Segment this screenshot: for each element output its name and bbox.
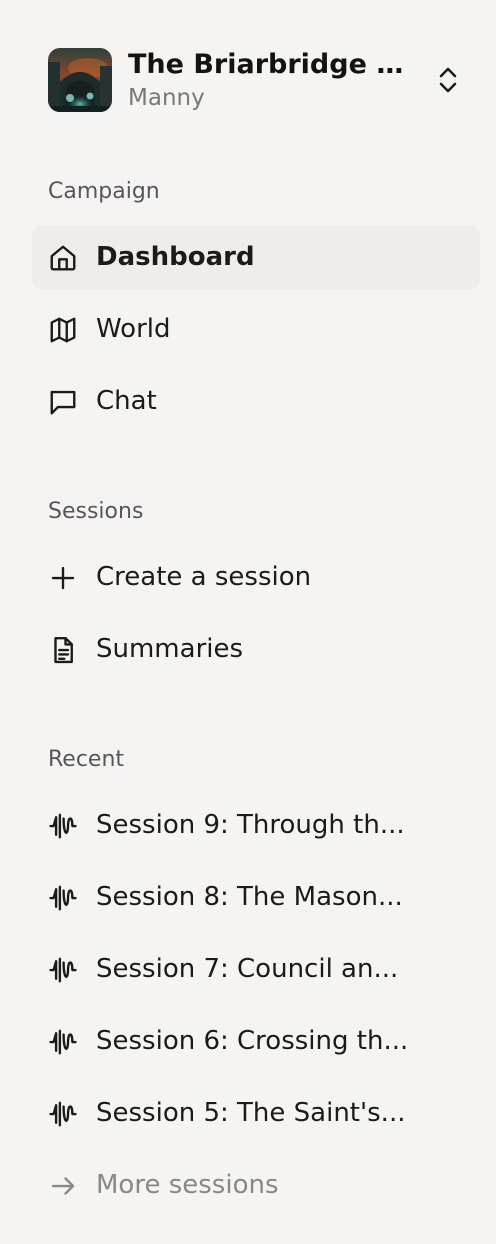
campaign-avatar	[48, 48, 112, 112]
recent-session-item[interactable]: Session 9: Through th...	[32, 793, 480, 857]
nav-item-summaries[interactable]: Summaries	[32, 617, 480, 681]
recent-session-label: Session 6: Crossing th...	[96, 1026, 409, 1056]
recent-session-label: Session 9: Through th...	[96, 810, 405, 840]
more-sessions-link[interactable]: More sessions	[32, 1153, 480, 1217]
audio-waveform-icon	[48, 883, 78, 913]
nav-item-label: Summaries	[96, 634, 244, 664]
chevron-up-down-icon[interactable]	[434, 64, 462, 96]
audio-waveform-icon	[48, 811, 78, 841]
plus-icon	[48, 563, 78, 593]
nav-item-label: World	[96, 314, 171, 344]
arrow-right-icon	[48, 1171, 78, 1201]
campaign-title: The Briarbridge Co...	[128, 49, 410, 80]
document-icon	[48, 635, 78, 665]
recent-session-label: Session 8: The Mason...	[96, 882, 403, 912]
nav-item-chat[interactable]: Chat	[32, 369, 480, 433]
nav-item-label: Create a session	[96, 562, 312, 592]
recent-session-label: Session 7: Council an...	[96, 954, 399, 984]
audio-waveform-icon	[48, 1099, 78, 1129]
campaign-owner: Manny	[128, 85, 205, 111]
map-icon	[48, 315, 78, 345]
nav-item-world[interactable]: World	[32, 297, 480, 361]
nav-item-dashboard[interactable]: Dashboard	[32, 225, 480, 289]
recent-session-item[interactable]: Session 7: Council an...	[32, 937, 480, 1001]
nav-item-label: Chat	[96, 386, 157, 416]
recent-session-item[interactable]: Session 8: The Mason...	[32, 865, 480, 929]
nav-item-create-session[interactable]: Create a session	[32, 545, 480, 609]
home-icon	[48, 243, 78, 273]
more-sessions-label: More sessions	[96, 1170, 279, 1200]
section-label-sessions: Sessions	[48, 499, 144, 524]
campaign-switcher[interactable]: The Briarbridge Co... Manny	[48, 48, 468, 112]
nav-item-label: Dashboard	[96, 242, 255, 272]
recent-session-item[interactable]: Session 5: The Saint's...	[32, 1081, 480, 1145]
section-label-campaign: Campaign	[48, 179, 160, 204]
section-label-recent: Recent	[48, 747, 125, 772]
chat-bubble-icon	[48, 387, 78, 417]
sidebar: The Briarbridge Co... Manny Campaign Das…	[0, 0, 496, 1244]
audio-waveform-icon	[48, 1027, 78, 1057]
audio-waveform-icon	[48, 955, 78, 985]
recent-session-label: Session 5: The Saint's...	[96, 1098, 406, 1128]
recent-session-item[interactable]: Session 6: Crossing th...	[32, 1009, 480, 1073]
